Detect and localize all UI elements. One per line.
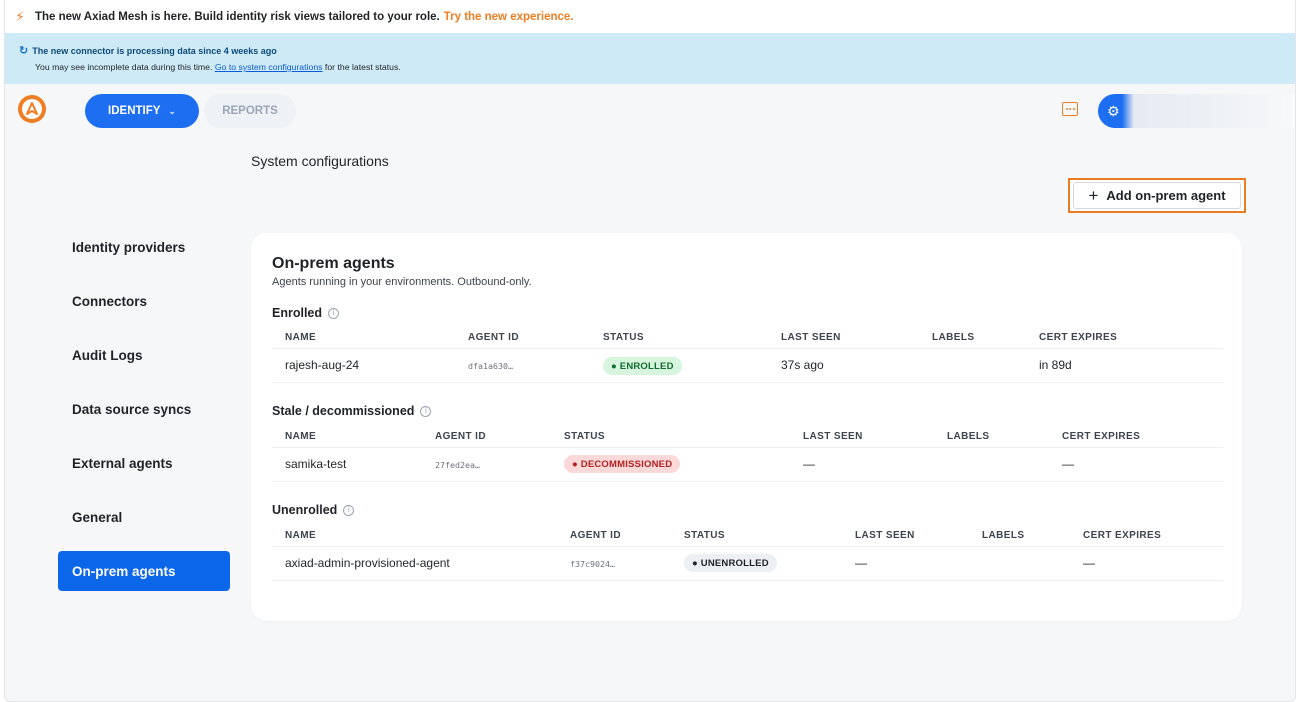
connector-status-banner: ↻ The new connector is processing data s… [5,33,1295,84]
column-header-agent-id: AGENT ID [570,530,621,541]
sidebar-item-label: Connectors [72,293,148,309]
chevron-down-icon: ⌄ [168,105,176,116]
divider [272,447,1223,448]
card-title: On-prem agents [272,255,395,272]
last-seen: — [855,556,867,570]
cert-expires: — [1062,457,1074,471]
sync-icon: ↻ [19,45,29,57]
agent-name[interactable]: samika-test [285,457,346,471]
info-icon[interactable]: i [343,504,355,516]
sidebar-item-data-source-syncs[interactable]: Data source syncs [58,389,230,429]
announcement-bar: ⚡︎ The new Axiad Mesh is here. Build ide… [5,0,1295,33]
sidebar-item-connectors[interactable]: Connectors [58,281,230,321]
agent-name[interactable]: axiad-admin-provisioned-agent [285,556,450,570]
last-seen: — [803,457,815,471]
column-header-cert-expires: CERT EXPIRES [1039,332,1118,343]
banner-text: You may see incomplete data during this … [35,62,401,72]
banner-title-row: ↻ The new connector is processing data s… [19,44,277,57]
sidebar-item-label: On-prem agents [72,563,176,579]
banner-text-after: for the latest status. [324,62,401,72]
section-title-enrolled: Enrolled i [272,306,340,320]
sidebar-item-identity-providers[interactable]: Identity providers [58,227,230,267]
sidebar-item-general[interactable]: General [58,497,230,537]
card-subtitle: Agents running in your environments. Out… [272,276,532,288]
status-badge-decommissioned: ● DECOMMISSIONED [564,455,681,473]
divider [272,348,1223,349]
column-header-agent-id: AGENT ID [468,332,519,343]
sidebar-item-label: Data source syncs [72,401,192,417]
agent-id: f37c9024… [570,559,615,569]
section-title-text: Stale / decommissioned [272,404,415,418]
column-header-name: NAME [285,431,317,442]
try-new-experience-link[interactable]: Try the new experience. [444,11,574,23]
sidebar-item-label: General [72,509,123,525]
gear-icon: ⚙ [1107,103,1120,119]
divider [272,382,1223,383]
logo-icon [26,102,38,115]
add-on-prem-agent-label: Add on-prem agent [1106,188,1226,203]
column-header-cert-expires: CERT EXPIRES [1083,530,1162,541]
section-title-stale: Stale / decommissioned i [272,404,432,418]
sidebar-item-external-agents[interactable]: External agents [58,443,230,483]
status-badge-unenrolled: ● UNENROLLED [684,554,777,572]
sidebar-item-label: Identity providers [72,239,186,255]
user-menu[interactable]: ⚙ [1098,94,1295,128]
column-header-last-seen: LAST SEEN [855,530,915,541]
cert-expires: — [1083,556,1095,570]
agent-name[interactable]: rajesh-aug-24 [285,358,359,372]
divider [272,546,1223,547]
divider [272,580,1223,581]
sidebar-item-label: External agents [72,455,173,471]
banner-text-before: You may see incomplete data during this … [35,62,213,72]
nav-identify-label: IDENTIFY [108,105,161,117]
add-on-prem-agent-button[interactable]: + Add on-prem agent [1068,178,1246,213]
nav-reports-button[interactable]: REPORTS [204,94,296,128]
column-header-name: NAME [285,332,317,343]
column-header-status: STATUS [564,431,605,442]
banner-title: The new connector is processing data sin… [32,45,277,56]
section-title-text: Unenrolled [272,503,338,517]
column-header-labels: LABELS [932,332,975,343]
cert-expires: in 89d [1039,358,1072,372]
sidebar-item-audit-logs[interactable]: Audit Logs [58,335,230,375]
system-configurations-link[interactable]: Go to system configurations [215,62,323,72]
column-header-last-seen: LAST SEEN [803,431,863,442]
nav-reports-label: REPORTS [222,105,278,117]
page-title: System configurations [251,153,389,169]
agent-id: dfa1a630… [468,361,513,371]
sidebar-item-label: Audit Logs [72,347,143,363]
chat-icon[interactable] [1062,102,1078,116]
column-header-agent-id: AGENT ID [435,431,486,442]
section-title-text: Enrolled [272,306,323,320]
bolt-icon: ⚡︎ [15,8,25,24]
axiad-logo[interactable] [18,95,46,123]
sidebar-item-on-prem-agents[interactable]: On-prem agents [58,551,230,591]
column-header-status: STATUS [603,332,644,343]
column-header-labels: LABELS [947,431,990,442]
status-badge-enrolled: ● ENROLLED [603,357,682,375]
column-header-status: STATUS [684,530,725,541]
section-title-unenrolled: Unenrolled i [272,503,355,517]
column-header-name: NAME [285,530,317,541]
last-seen: 37s ago [781,358,824,372]
divider [272,481,1223,482]
info-icon[interactable]: i [328,307,340,319]
info-icon[interactable]: i [420,405,432,417]
nav-identify-button[interactable]: IDENTIFY ⌄ [85,94,199,128]
plus-icon: + [1088,186,1099,205]
on-prem-agents-card: On-prem agents Agents running in your en… [251,233,1242,621]
agent-id: 27fed2ea… [435,460,480,470]
column-header-cert-expires: CERT EXPIRES [1062,431,1141,442]
announcement-text: The new Axiad Mesh is here. Build identi… [35,10,440,23]
column-header-labels: LABELS [982,530,1025,541]
app-frame: ⚡︎ The new Axiad Mesh is here. Build ide… [4,0,1296,702]
column-header-last-seen: LAST SEEN [781,332,841,343]
